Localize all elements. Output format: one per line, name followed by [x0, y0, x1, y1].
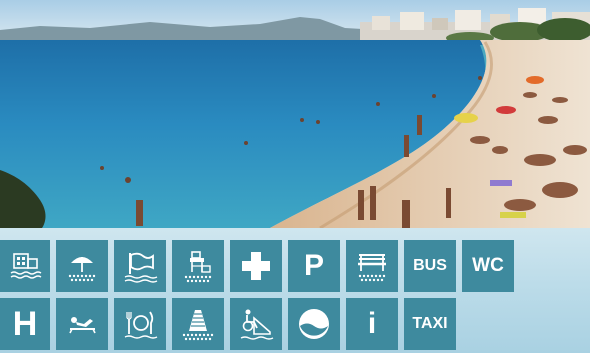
taxi-icon: TAXI — [412, 315, 448, 332]
bench-tile — [346, 240, 398, 292]
bus-icon: BUS — [413, 257, 447, 274]
hotel-icon — [10, 253, 42, 279]
taxi-tile: TAXI — [404, 298, 456, 350]
hospital-icon: H — [12, 304, 38, 343]
blue-flag-icon — [299, 309, 329, 339]
beach-photo — [0, 0, 590, 228]
lifeguard-tower-icon — [184, 251, 212, 283]
accessible-ramp-tile — [230, 298, 282, 350]
information-icon: i — [367, 307, 377, 340]
wc-tile: WC — [462, 240, 514, 292]
walkway-tile — [172, 298, 224, 350]
beach-umbrella-tile — [56, 240, 108, 292]
services-icon-panel: P BUS WC H i TAXI — [0, 228, 590, 353]
beach-umbrella-icon — [68, 257, 96, 282]
first-aid-icon — [242, 252, 270, 280]
information-tile: i — [346, 298, 398, 350]
beach-scene — [0, 0, 590, 228]
hotel-tile — [0, 240, 50, 292]
blue-flag-tile — [288, 298, 340, 350]
sunbathing-tile — [56, 298, 108, 350]
flag-icon — [124, 252, 158, 283]
hospital-tile: H — [0, 298, 50, 350]
flag-tile — [114, 240, 166, 292]
sunbathing-icon — [69, 317, 96, 334]
parking-tile: P — [288, 240, 340, 292]
restaurant-icon — [124, 311, 158, 339]
walkway-icon — [182, 310, 214, 341]
bus-tile: BUS — [404, 240, 456, 292]
restaurant-tile — [114, 298, 166, 350]
accessible-ramp-icon — [240, 309, 274, 340]
first-aid-tile — [230, 240, 282, 292]
parking-icon: P — [303, 249, 324, 282]
wc-icon: WC — [472, 255, 504, 276]
bench-icon — [358, 254, 386, 282]
lifeguard-tower-tile — [172, 240, 224, 292]
